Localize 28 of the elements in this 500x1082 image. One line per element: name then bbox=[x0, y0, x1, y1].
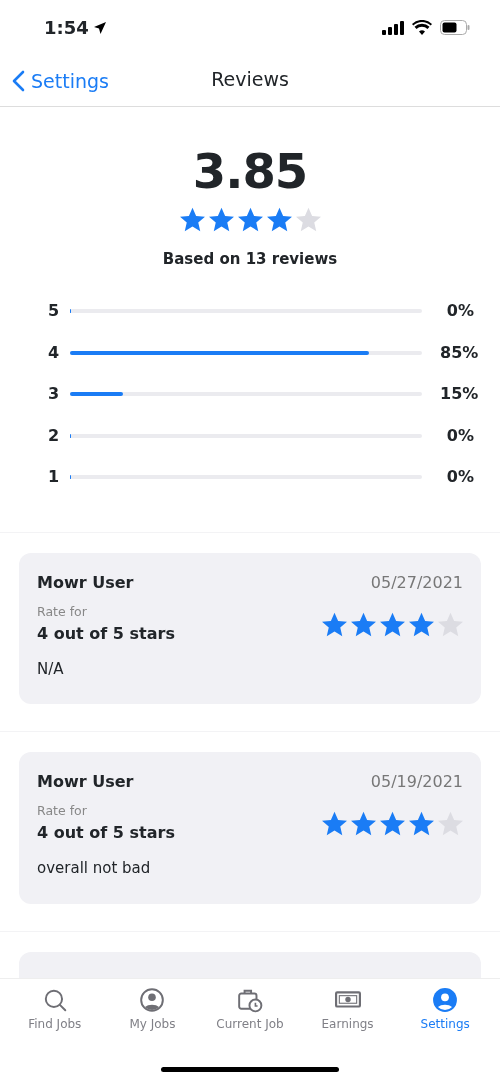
rate-label: Rate for bbox=[37, 603, 88, 621]
review-date: 05/27/2021 bbox=[370, 572, 463, 594]
rating-percent: 0% bbox=[445, 424, 474, 447]
review-count: Based on 13 reviews bbox=[162, 249, 338, 270]
tab-item[interactable]: Find Jobs bbox=[6, 987, 104, 1039]
rating-label: 5 bbox=[48, 300, 61, 323]
reviewer-name: Mowr User bbox=[37, 572, 134, 594]
review-date: 05/19/2021 bbox=[370, 771, 463, 794]
rating-label: 3 bbox=[48, 383, 61, 406]
rate-label: Rate for bbox=[37, 802, 88, 821]
rating-text: 4 out of 5 stars bbox=[37, 622, 175, 645]
rating-label: 4 bbox=[48, 341, 61, 364]
average-score: 3.85 bbox=[192, 147, 308, 195]
tab-item[interactable]: Current Job bbox=[201, 987, 299, 1039]
rating-label: 1 bbox=[48, 466, 61, 489]
review-comment: overall not bad bbox=[37, 858, 152, 879]
rating-percent: 0% bbox=[445, 466, 474, 489]
rating-text: 4 out of 5 stars bbox=[37, 822, 175, 844]
tab-item[interactable]: My Jobs bbox=[103, 987, 202, 1039]
reviewer-name: Mowr User bbox=[37, 771, 134, 794]
back-button[interactable]: Settings bbox=[0, 56, 109, 106]
tab-item[interactable]: Earnings bbox=[298, 987, 397, 1039]
rating-label: 2 bbox=[48, 424, 61, 447]
screen-title: Reviews bbox=[211, 68, 289, 91]
status-time: 1:54 bbox=[44, 16, 89, 40]
review-comment: N/A bbox=[37, 658, 65, 680]
rating-percent: 0% bbox=[445, 300, 474, 323]
tab-item[interactable]: Settings bbox=[396, 987, 494, 1039]
